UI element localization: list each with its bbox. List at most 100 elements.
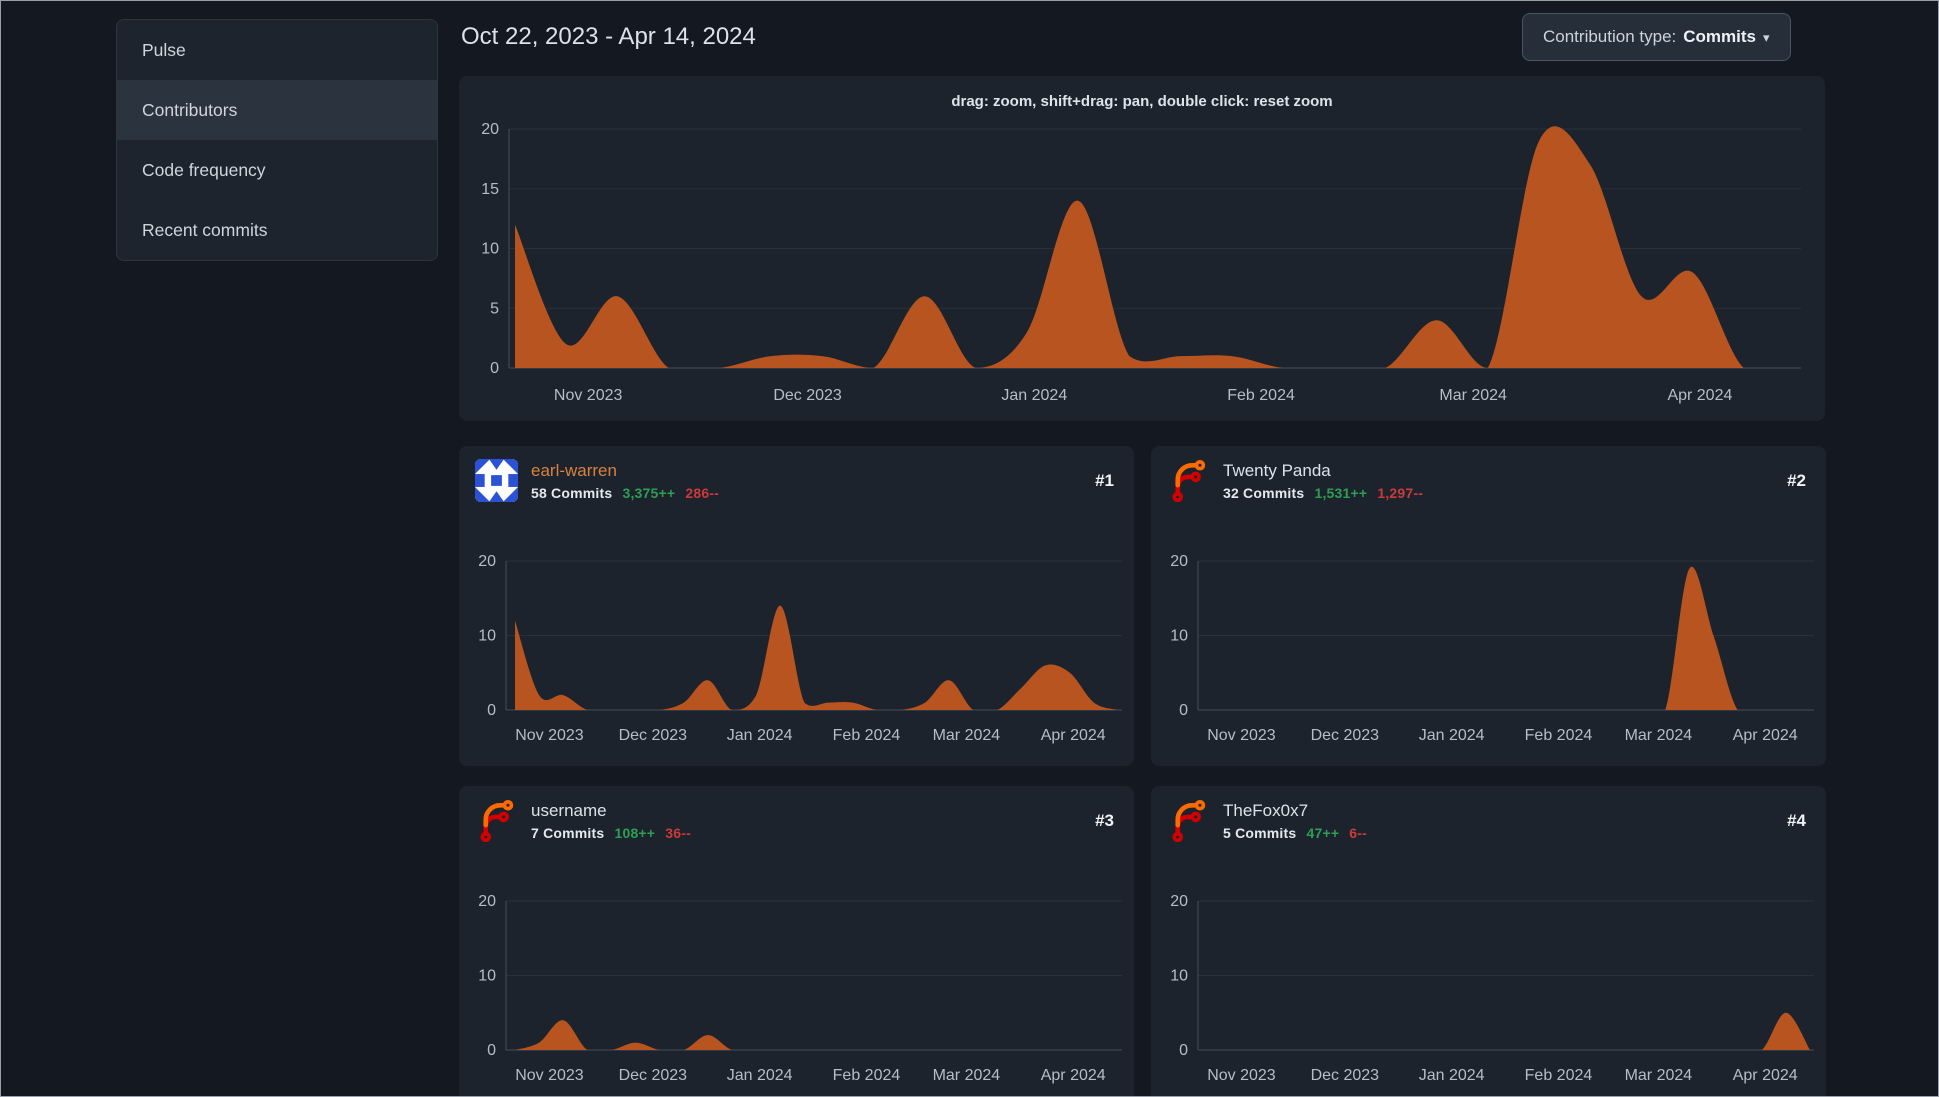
contributor-name[interactable]: username <box>531 801 1082 821</box>
date-range-title: Oct 22, 2023 - Apr 14, 2024 <box>461 23 756 50</box>
deletions-count: 6-- <box>1349 824 1368 841</box>
svg-text:10: 10 <box>481 241 499 258</box>
contributor-card: username 7 Commits 108++ 36-- #3 0 10 20 No… <box>459 786 1134 1097</box>
contributor-name[interactable]: TheFox0x7 <box>1223 801 1774 821</box>
contributor-commits-chart[interactable]: 0 10 20 Nov 2023 Dec 2023 Jan 2024 Feb 2024 Mar… <box>1151 516 1826 766</box>
additions-count: 1,531++ <box>1314 484 1368 501</box>
svg-text:5: 5 <box>490 300 499 317</box>
svg-text:Jan 2024: Jan 2024 <box>727 727 793 744</box>
rank-badge: #2 <box>1787 470 1806 490</box>
commit-count: 58 Commits <box>531 484 613 501</box>
svg-text:Mar 2024: Mar 2024 <box>1439 387 1507 404</box>
repo-activity-menu: Pulse Contributors Code frequency Recent… <box>116 19 438 261</box>
contributor-card: earl-warren 58 Commits 3,375++ 286-- #1 … <box>459 446 1134 766</box>
svg-text:Feb 2024: Feb 2024 <box>1525 727 1593 744</box>
rank-badge: #1 <box>1095 470 1114 490</box>
contributor-commits-chart[interactable]: 0 10 20 Nov 2023 Dec 2023 Jan 2024 Feb 2024 Mar… <box>459 516 1134 766</box>
contribution-type-value: Commits <box>1683 27 1756 46</box>
svg-text:Jan 2024: Jan 2024 <box>1001 387 1067 404</box>
svg-text:20: 20 <box>481 121 499 138</box>
contributor-meta: TheFox0x7 5 Commits 47++ 6-- <box>1223 801 1774 841</box>
deletions-count: 36-- <box>665 824 691 841</box>
svg-text:Apr 2024: Apr 2024 <box>1041 1067 1106 1084</box>
contributor-stats: 32 Commits 1,531++ 1,297-- <box>1223 485 1774 501</box>
sidebar-item-pulse[interactable]: Pulse <box>117 20 437 80</box>
svg-text:Mar 2024: Mar 2024 <box>1625 727 1693 744</box>
contributor-card-header: earl-warren 58 Commits 3,375++ 286-- #1 <box>475 459 1114 502</box>
contribution-type-dropdown[interactable]: Contribution type: Commits ▾ <box>1522 13 1791 61</box>
deletions-count: 286-- <box>685 484 720 501</box>
svg-text:Jan 2024: Jan 2024 <box>1419 1067 1485 1084</box>
svg-text:20: 20 <box>478 553 496 570</box>
svg-text:20: 20 <box>1170 553 1188 570</box>
svg-text:Feb 2024: Feb 2024 <box>833 727 901 744</box>
svg-text:Jan 2024: Jan 2024 <box>727 1067 793 1084</box>
contributor-card-header: Twenty Panda 32 Commits 1,531++ 1,297-- … <box>1167 459 1806 502</box>
svg-text:0: 0 <box>487 702 496 719</box>
contributor-card-header: TheFox0x7 5 Commits 47++ 6-- #4 <box>1167 799 1806 842</box>
commit-count: 32 Commits <box>1223 484 1305 501</box>
forgejo-logo-avatar <box>1167 459 1210 502</box>
svg-text:10: 10 <box>1170 968 1188 985</box>
svg-text:Apr 2024: Apr 2024 <box>1733 1067 1798 1084</box>
forgejo-logo-avatar <box>1167 799 1210 842</box>
deletions-count: 1,297-- <box>1377 484 1424 501</box>
svg-text:Feb 2024: Feb 2024 <box>1227 387 1295 404</box>
svg-text:Dec 2023: Dec 2023 <box>619 1067 688 1084</box>
svg-text:Feb 2024: Feb 2024 <box>833 1067 901 1084</box>
overall-contributions-panel: drag: zoom, shift+drag: pan, double clic… <box>459 76 1825 421</box>
svg-text:Feb 2024: Feb 2024 <box>1525 1067 1593 1084</box>
contributor-meta: username 7 Commits 108++ 36-- <box>531 801 1082 841</box>
identicon-avatar <box>475 459 518 502</box>
svg-text:Nov 2023: Nov 2023 <box>515 1067 584 1084</box>
svg-text:10: 10 <box>478 968 496 985</box>
svg-text:Apr 2024: Apr 2024 <box>1733 727 1798 744</box>
contributor-stats: 5 Commits 47++ 6-- <box>1223 825 1774 841</box>
contributor-stats: 58 Commits 3,375++ 286-- <box>531 485 1082 501</box>
contributor-commits-chart[interactable]: 0 10 20 Nov 2023 Dec 2023 Jan 2024 Feb 2024 Mar… <box>1151 856 1826 1097</box>
svg-text:0: 0 <box>487 1042 496 1059</box>
contributor-meta: earl-warren 58 Commits 3,375++ 286-- <box>531 461 1082 501</box>
additions-count: 3,375++ <box>622 484 676 501</box>
contributor-commits-chart[interactable]: 0 10 20 Nov 2023 Dec 2023 Jan 2024 Feb 2024 Mar… <box>459 856 1134 1097</box>
contribution-type-label: Contribution type: <box>1543 27 1677 46</box>
svg-text:Nov 2023: Nov 2023 <box>1207 727 1276 744</box>
contributor-name[interactable]: earl-warren <box>531 461 1082 481</box>
svg-text:Mar 2024: Mar 2024 <box>933 1067 1001 1084</box>
chevron-down-icon: ▾ <box>1762 30 1770 45</box>
svg-text:Mar 2024: Mar 2024 <box>933 727 1001 744</box>
svg-text:Apr 2024: Apr 2024 <box>1041 727 1106 744</box>
contributor-card-header: username 7 Commits 108++ 36-- #3 <box>475 799 1114 842</box>
commit-count: 7 Commits <box>531 824 605 841</box>
sidebar-item-contributors[interactable]: Contributors <box>117 80 437 140</box>
contributor-meta: Twenty Panda 32 Commits 1,531++ 1,297-- <box>1223 461 1774 501</box>
svg-text:Nov 2023: Nov 2023 <box>515 727 584 744</box>
rank-badge: #3 <box>1095 810 1114 830</box>
svg-text:0: 0 <box>490 360 499 377</box>
svg-text:Nov 2023: Nov 2023 <box>1207 1067 1276 1084</box>
contributors-page: Pulse Contributors Code frequency Recent… <box>0 0 1939 1097</box>
contributor-stats: 7 Commits 108++ 36-- <box>531 825 1082 841</box>
contributor-name[interactable]: Twenty Panda <box>1223 461 1774 481</box>
svg-text:10: 10 <box>478 628 496 645</box>
contributor-card: Twenty Panda 32 Commits 1,531++ 1,297-- … <box>1151 446 1826 766</box>
svg-text:Apr 2024: Apr 2024 <box>1667 387 1732 404</box>
svg-text:0: 0 <box>1179 702 1188 719</box>
overall-commits-chart[interactable]: 0 5 10 15 20 Nov 2023 Dec 2023 Jan 2024 Feb 2024… <box>459 76 1825 421</box>
commit-count: 5 Commits <box>1223 824 1297 841</box>
svg-text:0: 0 <box>1179 1042 1188 1059</box>
rank-badge: #4 <box>1787 810 1806 830</box>
sidebar-item-code-frequency[interactable]: Code frequency <box>117 140 437 200</box>
sidebar-item-recent-commits[interactable]: Recent commits <box>117 200 437 260</box>
contributor-card: TheFox0x7 5 Commits 47++ 6-- #4 0 10 20 Nov… <box>1151 786 1826 1097</box>
svg-text:Nov 2023: Nov 2023 <box>554 387 623 404</box>
svg-text:20: 20 <box>478 893 496 910</box>
svg-text:20: 20 <box>1170 893 1188 910</box>
additions-count: 47++ <box>1306 824 1340 841</box>
svg-text:Dec 2023: Dec 2023 <box>619 727 688 744</box>
svg-text:Dec 2023: Dec 2023 <box>1311 1067 1380 1084</box>
svg-text:15: 15 <box>481 181 499 198</box>
additions-count: 108++ <box>614 824 656 841</box>
svg-text:10: 10 <box>1170 628 1188 645</box>
svg-text:Dec 2023: Dec 2023 <box>1311 727 1380 744</box>
